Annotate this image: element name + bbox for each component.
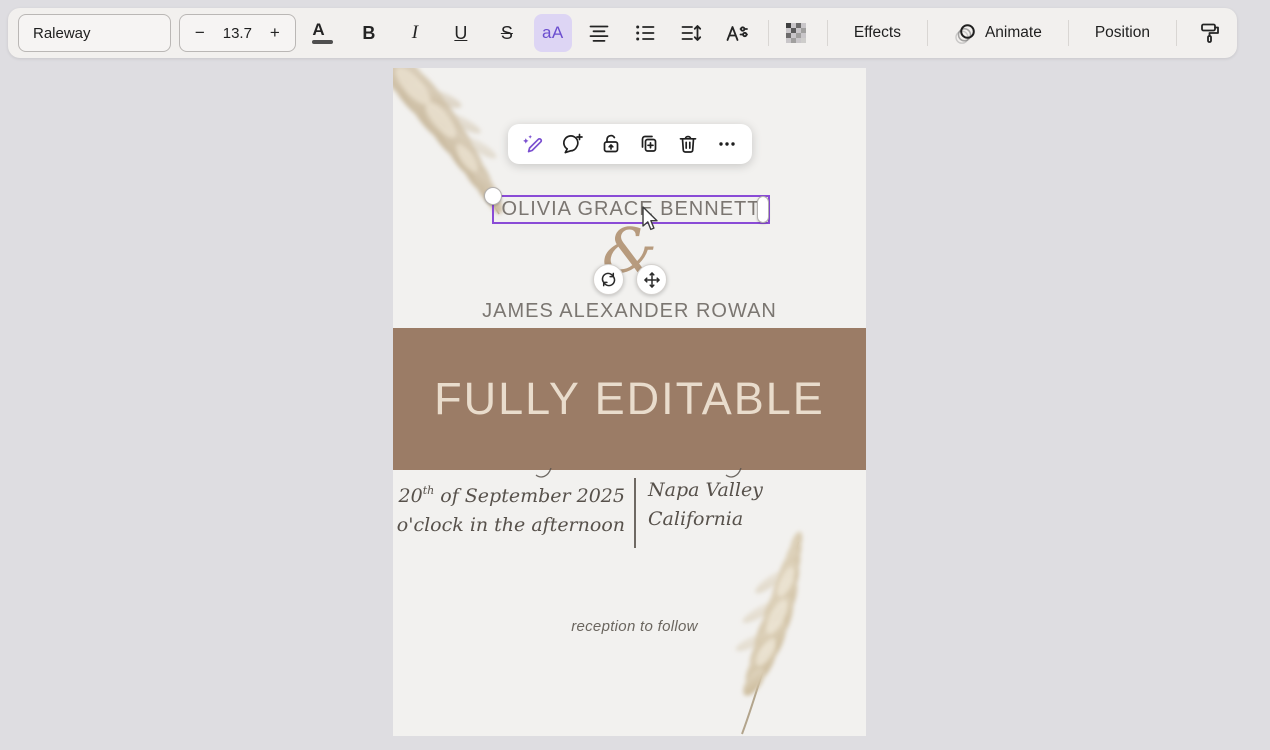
design-canvas[interactable]: & JAMES ALEXANDER ROWAN FULLY EDITABLE 2…: [393, 68, 866, 736]
date-line: 20th of September 2025: [393, 476, 625, 511]
duplicate-icon: [637, 132, 661, 156]
toolbar-divider: [1176, 20, 1177, 46]
bride-name-text[interactable]: OLIVIA GRACE BENNETT: [502, 198, 761, 221]
text-align-button[interactable]: [580, 14, 618, 52]
location-text[interactable]: Napa Valley California: [648, 476, 763, 534]
magic-edit-icon: [521, 132, 545, 156]
text-color-button[interactable]: A: [304, 14, 342, 52]
move-handle[interactable]: [636, 264, 667, 295]
toolbar-divider: [827, 20, 828, 46]
font-selector[interactable]: Raleway: [18, 14, 171, 52]
location-line-2: California: [648, 505, 763, 534]
text-selection-box[interactable]: OLIVIA GRACE BENNETT: [492, 195, 770, 224]
toolbar-divider: [927, 20, 928, 46]
text-settings-icon: [725, 22, 749, 44]
more-options-icon: [715, 132, 739, 156]
groom-name-text[interactable]: JAMES ALEXANDER ROWAN: [393, 300, 866, 323]
lock-icon: [599, 132, 623, 156]
more-options-button[interactable]: [710, 127, 744, 161]
transparency-button[interactable]: [777, 14, 815, 52]
strikethrough-button[interactable]: S: [488, 14, 526, 52]
editable-banner[interactable]: FULLY EDITABLE: [393, 328, 866, 470]
add-comment-button[interactable]: [555, 127, 589, 161]
lock-button[interactable]: [594, 127, 628, 161]
location-line-1: Napa Valley: [648, 476, 763, 505]
date-location-divider: [634, 478, 636, 548]
trash-icon: [676, 132, 700, 156]
magic-edit-button[interactable]: [516, 127, 550, 161]
rotate-icon: [600, 271, 617, 288]
decrease-font-size-button[interactable]: −: [184, 18, 216, 48]
font-size-value[interactable]: 13.7: [223, 25, 252, 42]
reception-note-text[interactable]: reception to follow: [403, 618, 866, 635]
selection-side-handle[interactable]: [757, 196, 769, 223]
underline-button[interactable]: U: [442, 14, 480, 52]
add-comment-icon: [559, 132, 585, 156]
toolbar-divider: [1068, 20, 1069, 46]
editor-toolbar: Raleway − 13.7 + A B I U S aA: [8, 8, 1237, 58]
animate-icon: [954, 21, 978, 45]
transparency-icon: [784, 21, 808, 45]
effects-button[interactable]: Effects: [840, 14, 915, 52]
paint-roller-icon: [1198, 21, 1222, 45]
element-context-toolbar: [508, 124, 752, 164]
bold-button[interactable]: B: [350, 14, 388, 52]
text-settings-button[interactable]: [718, 14, 756, 52]
align-center-icon: [588, 22, 610, 44]
line-spacing-icon: [680, 22, 702, 44]
ampersand-ornament[interactable]: &: [393, 220, 866, 282]
bulleted-list-button[interactable]: [626, 14, 664, 52]
italic-button[interactable]: I: [396, 14, 434, 52]
time-line: 3 o'clock in the afternoon: [393, 511, 625, 540]
animate-button[interactable]: Animate: [940, 14, 1056, 52]
increase-font-size-button[interactable]: +: [259, 18, 291, 48]
letter-case-button[interactable]: aA: [534, 14, 572, 52]
bulleted-list-icon: [634, 22, 656, 44]
line-spacing-button[interactable]: [672, 14, 710, 52]
toolbar-divider: [768, 20, 769, 46]
position-button[interactable]: Position: [1081, 14, 1164, 52]
font-name-label: Raleway: [33, 25, 91, 42]
copy-style-button[interactable]: [1191, 14, 1229, 52]
font-size-control: − 13.7 +: [179, 14, 296, 52]
selection-corner-handle[interactable]: [484, 187, 502, 205]
duplicate-button[interactable]: [632, 127, 666, 161]
move-icon: [643, 271, 661, 289]
rotate-handle[interactable]: [593, 264, 624, 295]
date-time-text[interactable]: 20th of September 2025 3 o'clock in the …: [393, 476, 625, 540]
delete-button[interactable]: [671, 127, 705, 161]
banner-text: FULLY EDITABLE: [434, 373, 825, 425]
